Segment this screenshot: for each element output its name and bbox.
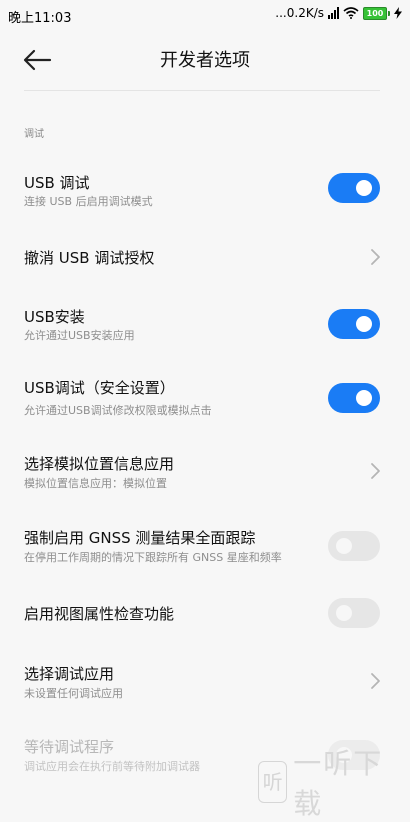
watermark-text: 一听下载 [293, 747, 384, 820]
status-time: 晚上11:03 [8, 11, 72, 26]
setting-mock-location-app[interactable]: 选择模拟位置信息应用 模拟位置信息应用：模拟位置 [0, 440, 410, 506]
setting-subtitle: 允许通过USB调试修改权限或模拟点击 [24, 404, 212, 417]
status-icons: ...0.2K/s 100 [275, 6, 402, 20]
setting-title: 选择调试应用 [24, 665, 115, 683]
setting-title: 启用视图属性检查功能 [24, 605, 175, 623]
header-divider [24, 90, 380, 91]
setting-title: 等待调试程序 [24, 738, 115, 756]
setting-subtitle: 模拟位置信息应用：模拟位置 [24, 477, 167, 490]
setting-title: 强制启用 GNSS 测量结果全面跟踪 [24, 529, 256, 547]
network-speed: ...0.2K/s [275, 6, 324, 20]
charging-icon [394, 7, 402, 19]
usb-debugging-security-toggle[interactable] [328, 383, 380, 413]
setting-title: USB 调试 [24, 174, 90, 192]
status-bar: 晚上11:03 ...0.2K/s 100 [0, 0, 410, 30]
signal-icon [328, 7, 339, 19]
setting-usb-install[interactable]: USB安装 允许通过USB安装应用 [0, 294, 410, 360]
chevron-right-icon [371, 673, 380, 689]
app-header: 开发者选项 [0, 30, 410, 90]
usb-debugging-toggle[interactable] [328, 173, 380, 203]
setting-subtitle: 允许通过USB安装应用 [24, 329, 135, 342]
setting-title: USB安装 [24, 308, 85, 326]
view-attribute-inspection-toggle[interactable] [328, 598, 380, 628]
setting-title: 选择模拟位置信息应用 [24, 455, 175, 473]
setting-subtitle: 调试应用会在执行前等待附加调试器 [24, 760, 200, 773]
chevron-right-icon [371, 249, 380, 265]
setting-title: 撤消 USB 调试授权 [24, 249, 155, 267]
setting-usb-debugging-security[interactable]: USB调试（安全设置） 允许通过USB调试修改权限或模拟点击 [0, 362, 410, 428]
setting-select-debug-app[interactable]: 选择调试应用 未设置任何调试应用 [0, 650, 410, 716]
section-label-debug: 调试 [24, 129, 44, 140]
gnss-tracking-toggle[interactable] [328, 531, 380, 561]
battery-icon: 100 [363, 6, 390, 20]
setting-view-attribute-inspection[interactable]: 启用视图属性检查功能 [0, 582, 410, 648]
setting-subtitle: 在停用工作周期的情况下跟踪所有 GNSS 星座和频率 [24, 551, 282, 564]
page-title: 开发者选项 [160, 50, 250, 71]
chevron-right-icon [371, 463, 380, 479]
setting-subtitle: 未设置任何调试应用 [24, 687, 123, 700]
battery-level: 100 [363, 6, 387, 20]
watermark-badge: 听 [258, 761, 288, 803]
setting-force-gnss-tracking[interactable]: 强制启用 GNSS 测量结果全面跟踪 在停用工作周期的情况下跟踪所有 GNSS … [0, 514, 410, 580]
usb-install-toggle[interactable] [328, 309, 380, 339]
setting-subtitle: 连接 USB 后启用调试模式 [24, 195, 153, 208]
setting-title: USB调试（安全设置） [24, 379, 175, 397]
watermark: 听 一听下载 [258, 742, 410, 822]
wifi-icon [343, 7, 359, 19]
setting-usb-debugging[interactable]: USB 调试 连接 USB 后启用调试模式 [0, 160, 410, 226]
setting-revoke-usb-auth[interactable]: 撤消 USB 调试授权 [0, 226, 410, 292]
